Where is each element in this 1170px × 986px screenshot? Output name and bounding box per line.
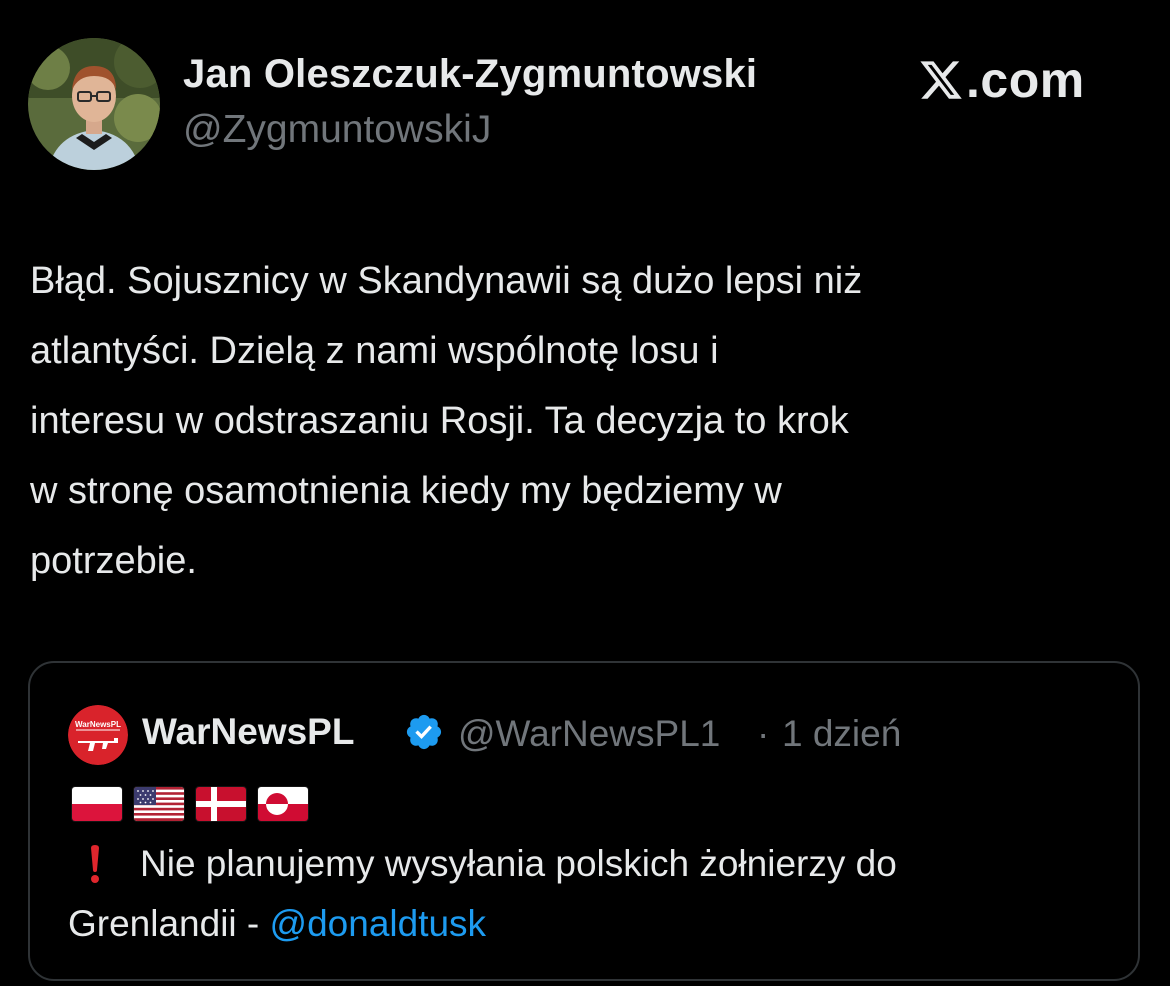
- author-handle[interactable]: @ZygmuntowskiJ: [183, 108, 491, 152]
- author-avatar-image: [28, 38, 160, 170]
- quoted-text-line1: Nie planujemy wysyłania polskich żołnier…: [84, 843, 897, 885]
- verified-badge-icon: [406, 714, 442, 750]
- denmark-flag-icon: [196, 787, 246, 821]
- greenland-flag-icon: [258, 787, 308, 821]
- x-brand: .com: [918, 52, 1085, 108]
- flag-row: [72, 787, 320, 821]
- exclamation-icon: [90, 844, 100, 884]
- tweet-text-line: w stronę osamotnienia kiedy my będziemy …: [30, 470, 782, 512]
- x-logo-icon: [920, 61, 962, 99]
- tweet-text-line: atlantyści. Dzielą z nami wspólnotę losu…: [30, 330, 719, 372]
- quoted-text-line2: Grenlandii - @donaldtusk: [68, 903, 486, 945]
- tweet-text-line: potrzebie.: [30, 540, 197, 582]
- author-display-name[interactable]: Jan Oleszczuk-Zygmuntowski: [183, 52, 757, 97]
- quoted-avatar-text: WarNewsPL: [75, 720, 121, 729]
- poland-flag-icon: [72, 787, 122, 821]
- quoted-text-content: Nie planujemy wysyłania polskich żołnier…: [140, 843, 897, 884]
- quoted-author-handle[interactable]: @WarNewsPL1: [458, 713, 720, 755]
- quoted-timestamp[interactable]: 1 dzień: [782, 713, 901, 755]
- quoted-tweet-card[interactable]: WarNewsPL WarNewsPL @WarNewsPL1 · 1 dzie…: [28, 661, 1140, 981]
- warnewspl-logo-icon: WarNewsPL: [68, 705, 128, 765]
- mention-link[interactable]: @donaldtusk: [270, 903, 487, 944]
- meta-separator: ·: [757, 713, 770, 754]
- quoted-author-name[interactable]: WarNewsPL: [142, 711, 354, 753]
- author-avatar[interactable]: [28, 38, 160, 170]
- tweet-text-line: Błąd. Sojusznicy w Skandynawii są dużo l…: [30, 260, 863, 302]
- usa-flag-icon: [134, 787, 184, 821]
- tweet-text: Błąd. Sojusznicy w Skandynawii są dużo l…: [30, 246, 1150, 596]
- quoted-text-prefix: Grenlandii -: [68, 903, 270, 944]
- brand-domain-text: .com: [966, 52, 1085, 108]
- tweet-text-line: interesu w odstraszaniu Rosji. Ta decyzj…: [30, 400, 849, 442]
- quoted-avatar[interactable]: WarNewsPL: [68, 705, 128, 765]
